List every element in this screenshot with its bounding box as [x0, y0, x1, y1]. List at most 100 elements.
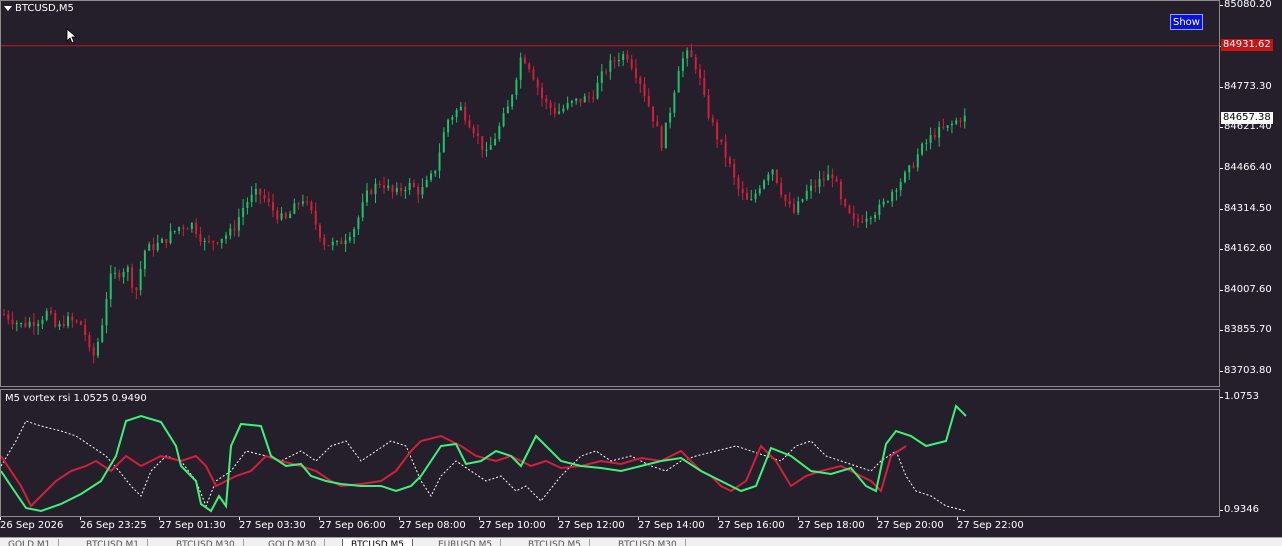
candle [455, 108, 458, 123]
time-axis[interactable]: 26 Sep 2026 26 Sep 23:25 27 Sep 01:30 27 Se… [0, 517, 1220, 537]
candle [67, 311, 70, 329]
candle [259, 188, 262, 205]
candle [109, 265, 112, 308]
chart-tab-bar: GOLD,M1 BTCUSD,M1 BTCUSD,M30 GOLD,M30 BTCUSD… [0, 537, 1282, 546]
price-axis-label: 85080.20 [1224, 0, 1272, 11]
candle [160, 237, 163, 244]
candle [553, 102, 556, 118]
candle [173, 230, 176, 234]
candle [430, 170, 432, 183]
oscillator-plot [1, 404, 967, 513]
chart-tab[interactable]: EURUSD,M5 [430, 539, 502, 546]
osc-axis-bottom-label: 0.9346 [1224, 504, 1259, 515]
candle [272, 193, 275, 218]
osc-axis-tick [1220, 397, 1223, 398]
candle [916, 148, 919, 172]
candle [361, 193, 364, 222]
candle [673, 90, 676, 118]
chart-menu-triangle-icon[interactable] [4, 6, 12, 11]
candle [378, 180, 381, 189]
candle [370, 188, 373, 196]
candle [592, 90, 595, 103]
candle [835, 175, 838, 183]
oscillator-axis: 1.0753 0.9346 [1220, 389, 1282, 517]
candle [101, 318, 104, 344]
price-axis-tick [1220, 168, 1223, 170]
candle [724, 134, 727, 167]
candle [963, 108, 966, 129]
candle [681, 51, 684, 78]
candle [882, 198, 885, 208]
candle [323, 233, 326, 251]
candle [805, 184, 808, 201]
chart-tab[interactable]: BTCUSD,M5 [520, 539, 591, 546]
candle [575, 97, 578, 105]
price-axis-tick [1220, 290, 1223, 292]
candle [45, 308, 48, 322]
candle [801, 198, 804, 203]
candle [908, 164, 911, 180]
candle [861, 214, 864, 224]
candle [148, 241, 151, 251]
candle [318, 223, 321, 243]
time-axis-label: 27 Sep 06:00 [319, 520, 386, 531]
candle [630, 54, 633, 71]
candle [442, 127, 445, 153]
price-axis-label: 84314.50 [1224, 202, 1272, 214]
chart-tab[interactable]: GOLD,M1 [0, 539, 60, 546]
chart-tab[interactable]: GOLD,M30 [260, 539, 326, 546]
candle [686, 47, 689, 67]
candle [434, 170, 437, 177]
candle [242, 198, 245, 226]
candle [946, 125, 949, 132]
candle [626, 50, 629, 64]
price-axis[interactable]: 85080.2084925.3084773.3084621.4084466.40… [1220, 0, 1282, 387]
candle [216, 241, 219, 245]
candle [178, 226, 181, 235]
candle [622, 51, 625, 66]
candle [186, 227, 189, 230]
candle [246, 197, 249, 215]
candle [669, 107, 672, 129]
price-axis-tick [1220, 208, 1223, 210]
main-price-chart[interactable]: BTCUSD,M5 Show [0, 0, 1220, 387]
candle [49, 306, 52, 316]
candle [118, 269, 121, 281]
mouse-pointer-icon [66, 28, 78, 44]
candle [827, 165, 830, 181]
candle [545, 95, 548, 110]
chart-tab[interactable]: BTCUSD,M30 [610, 539, 686, 546]
candle [566, 96, 569, 111]
candle [656, 115, 659, 127]
chart-tab[interactable]: BTCUSD,M1 [78, 539, 149, 546]
candle [75, 319, 78, 324]
chart-tab[interactable]: BTCUSD,M30 [168, 539, 244, 546]
candle [92, 343, 95, 364]
candle [788, 192, 791, 208]
candle [122, 268, 125, 284]
candle [139, 260, 142, 296]
candle [464, 102, 467, 125]
time-axis-label: 27 Sep 14:00 [638, 520, 705, 531]
candle [942, 118, 945, 130]
oscillator-label: M5 vortex rsi 1.0525 0.9490 [5, 393, 147, 404]
candle [331, 237, 334, 251]
candle [784, 194, 787, 207]
candle [912, 161, 915, 169]
candle [126, 264, 129, 281]
candle [536, 76, 539, 96]
time-axis-label: 27 Sep 16:00 [718, 520, 785, 531]
candle [818, 170, 821, 194]
vortex-rsi-pane[interactable]: M5 vortex rsi 1.0525 0.9490 [0, 389, 1220, 517]
candle [720, 139, 723, 145]
candle [921, 142, 924, 157]
candle [395, 182, 398, 196]
candle [207, 235, 210, 244]
candle [494, 133, 497, 146]
time-axis-label: 27 Sep 10:00 [479, 520, 546, 531]
show-button[interactable]: Show [1170, 14, 1203, 30]
candle [348, 232, 351, 244]
chart-tab[interactable]: BTCUSD,M5 [342, 539, 414, 546]
candle [152, 237, 155, 257]
candle [314, 202, 317, 230]
